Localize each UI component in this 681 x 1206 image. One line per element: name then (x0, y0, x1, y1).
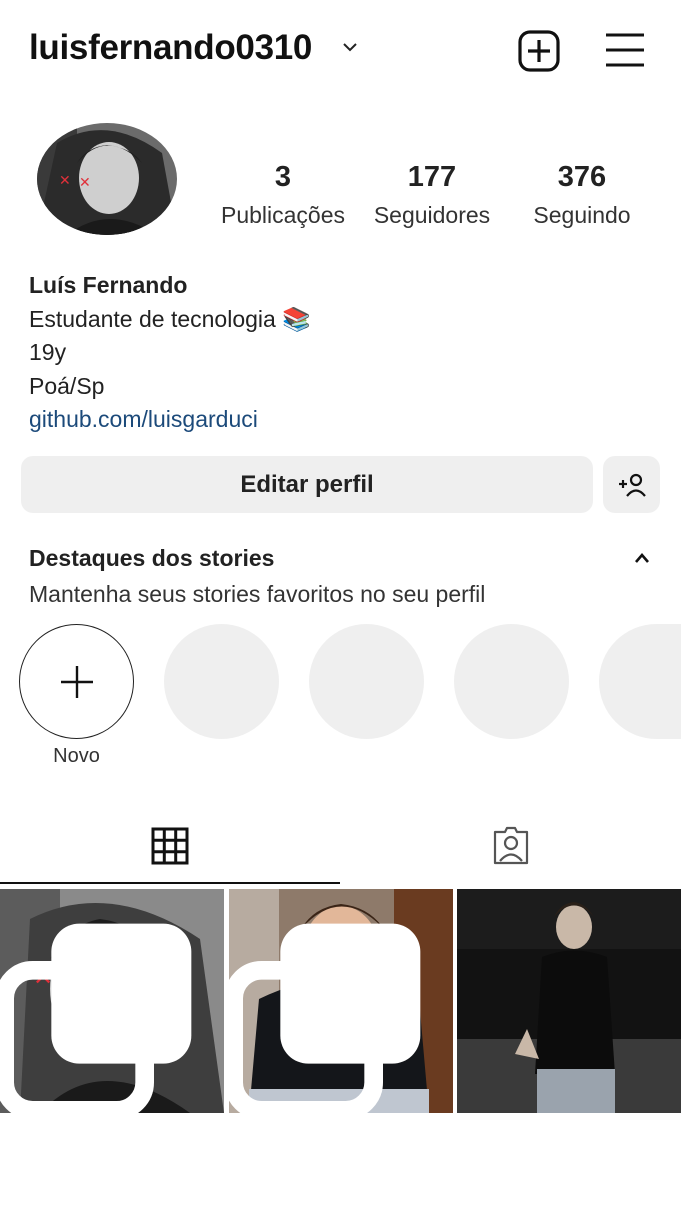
carousel-icon (0, 923, 192, 1113)
grid-icon (151, 827, 189, 865)
tagged-user-icon (493, 826, 529, 865)
tab-tagged[interactable] (341, 810, 681, 882)
display-name: Luís Fernando (29, 272, 188, 298)
discover-people-button[interactable] (603, 456, 660, 513)
bio-line: Estudante de tecnologia 📚 (29, 305, 311, 332)
new-highlight-button[interactable] (19, 624, 134, 739)
carousel-icon (229, 923, 421, 1113)
edit-profile-button[interactable]: Editar perfil (21, 456, 593, 513)
post-thumbnail[interactable] (229, 889, 453, 1113)
plus-square-icon[interactable] (517, 29, 561, 73)
chevron-up-icon[interactable] (632, 550, 652, 566)
stat-posts[interactable]: 3 Publicações (213, 158, 353, 234)
stat-following[interactable]: 376 Seguindo (512, 158, 652, 234)
new-highlight-label: Novo (53, 745, 100, 767)
following-count: 376 (557, 161, 607, 193)
svg-text:✕: ✕ (79, 175, 91, 191)
tab-posts-grid[interactable] (0, 810, 340, 882)
posts-count: 3 (274, 161, 292, 193)
highlight-placeholder (454, 624, 569, 739)
followers-count: 177 (407, 161, 457, 193)
plus-icon (60, 665, 93, 698)
highlights-subtitle: Mantenha seus stories favoritos no seu p… (29, 581, 486, 607)
profile-bio: Luís Fernando Estudante de tecnologia 📚 … (29, 269, 311, 437)
svg-text:✕: ✕ (59, 173, 71, 189)
add-person-icon (618, 473, 646, 497)
post-thumbnail[interactable] (457, 889, 681, 1113)
chevron-down-icon[interactable] (340, 40, 360, 54)
bio-line: 19y (29, 339, 67, 365)
bio-line: Poá/Sp (29, 372, 105, 399)
stat-followers[interactable]: 177 Seguidores (362, 158, 502, 234)
profile-header: luisfernando0310 (0, 0, 681, 100)
profile-avatar[interactable]: ✕ ✕ (37, 123, 177, 235)
posts-label: Publicações (220, 202, 346, 228)
highlight-placeholder (164, 624, 279, 739)
highlight-placeholder (599, 624, 681, 739)
active-tab-indicator (0, 882, 340, 884)
username[interactable]: luisfernando0310 (29, 28, 312, 68)
following-label: Seguindo (533, 202, 631, 228)
highlight-placeholder (309, 624, 424, 739)
post-thumbnail[interactable]: ✕ ✕ (0, 889, 224, 1113)
highlights-title: Destaques dos stories (29, 545, 275, 571)
hamburger-menu-icon[interactable] (604, 30, 646, 70)
bio-link[interactable]: github.com/luisgarduci (29, 403, 311, 437)
followers-label: Seguidores (373, 202, 491, 228)
post-image (457, 889, 681, 1113)
